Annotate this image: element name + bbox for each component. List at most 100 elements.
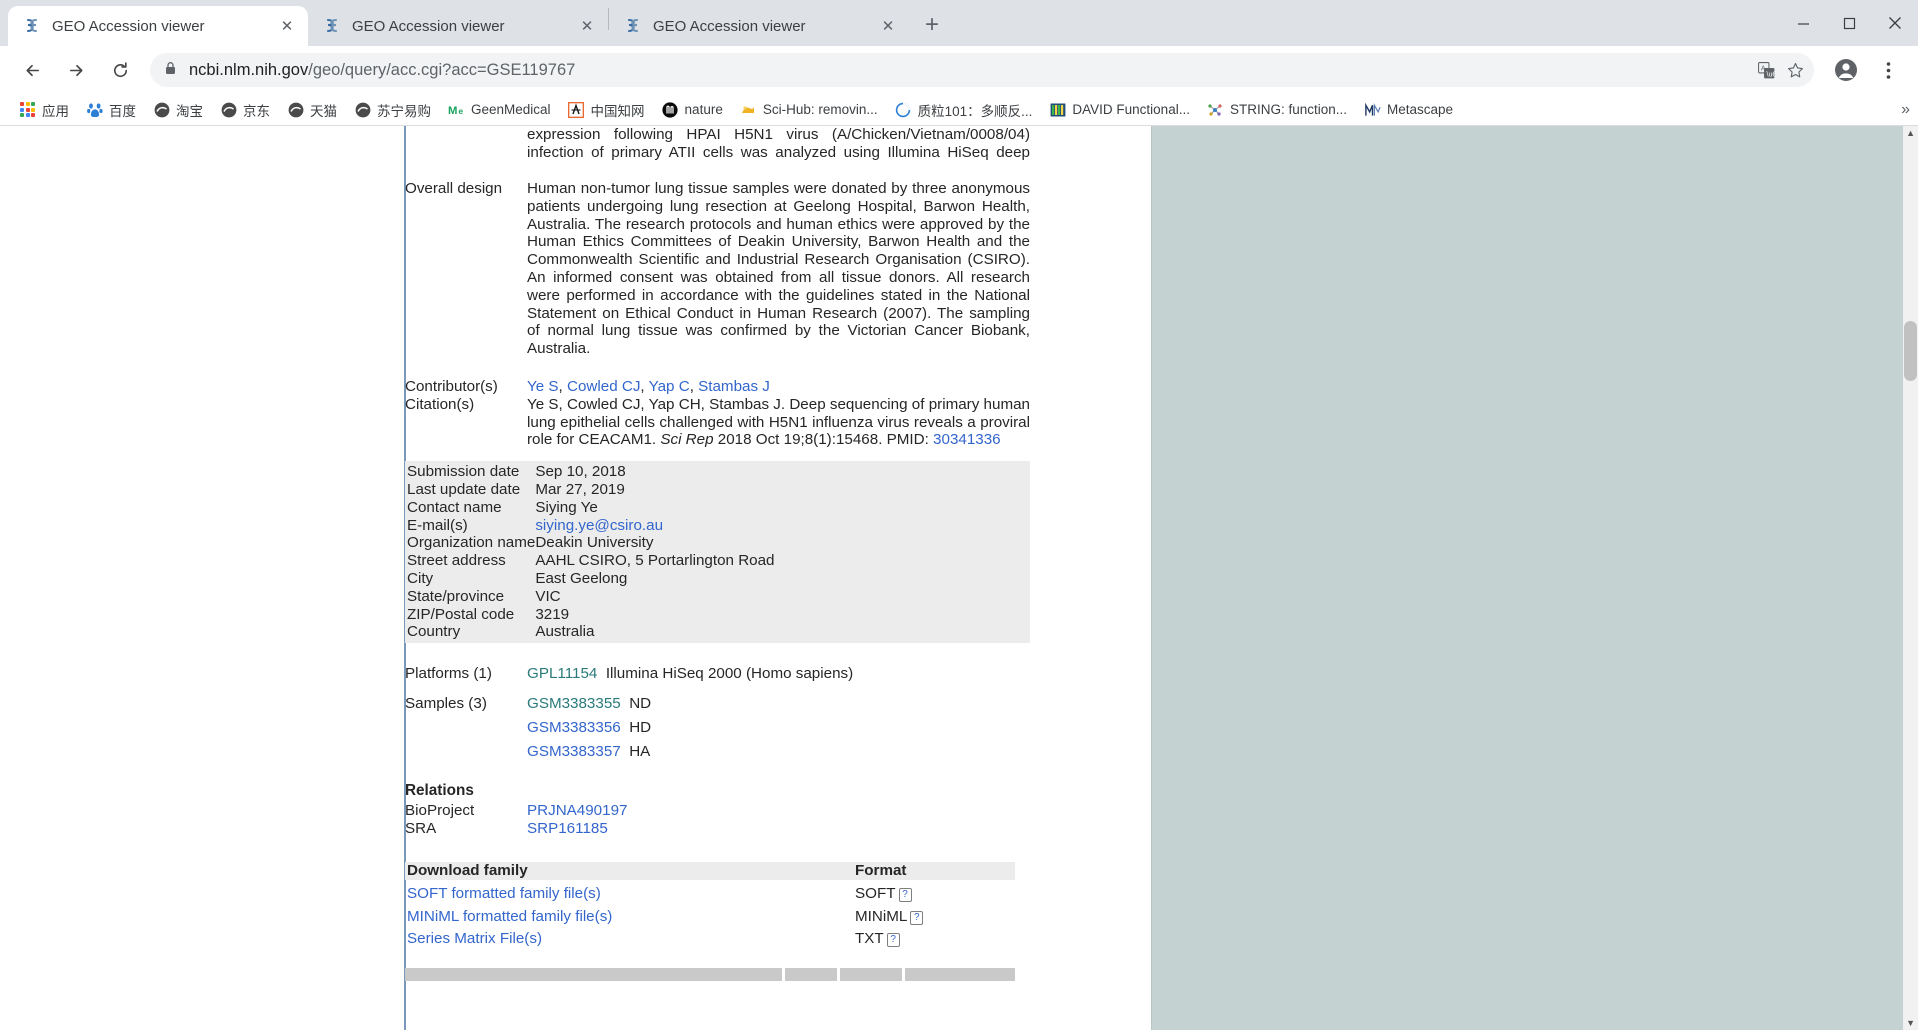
download-file-cell: MINiML formatted family file(s): [405, 903, 855, 926]
contributors-value: Ye S, Cowled CJ, Yap C, Stambas J: [527, 377, 770, 395]
browser-tab-1[interactable]: GEO Accession viewer ✕: [8, 6, 308, 46]
table-row: Contact name Siying Ye: [405, 499, 1030, 517]
address-bar[interactable]: ncbi.nlm.nih.gov/geo/query/acc.cgi?acc=G…: [150, 53, 1814, 87]
soft-family-file-link[interactable]: SOFT formatted family file(s): [407, 885, 601, 902]
tab-close-icon[interactable]: ✕: [276, 15, 298, 37]
bookmark-label: Metascape: [1387, 102, 1454, 117]
lock-icon: [164, 61, 177, 79]
bookmark-jd[interactable]: 京东: [213, 98, 277, 122]
bookmark-suning[interactable]: 苏宁易购: [347, 98, 438, 122]
download-family-col-file: Download family: [407, 861, 528, 879]
close-window-button[interactable]: [1872, 1, 1918, 45]
platform-accession-link[interactable]: GPL11154: [527, 665, 597, 682]
table-row: E-mail(s) siying.ye@csiro.au: [405, 517, 1030, 535]
profile-avatar-icon[interactable]: [1829, 53, 1863, 87]
table-row: SRA SRP161185: [405, 820, 1030, 838]
forward-button[interactable]: [59, 53, 93, 87]
format-label: SOFT: [855, 884, 896, 902]
reload-button[interactable]: [103, 53, 137, 87]
info-label: City: [407, 569, 434, 587]
bookmark-string[interactable]: STRING: function...: [1200, 99, 1354, 120]
bookmark-geenmedical[interactable]: Me GeenMedical: [441, 99, 558, 120]
download-file-cell: SOFT formatted family file(s): [405, 880, 855, 903]
bookmark-zhiliang101[interactable]: 质粒101：多顺反...: [888, 98, 1040, 122]
pmid-link[interactable]: 30341336: [933, 431, 1001, 448]
sra-link[interactable]: SRP161185: [527, 820, 608, 837]
bookmark-scihub[interactable]: Sci-Hub: removin...: [733, 99, 885, 120]
relations-table: BioProject PRJNA490197 SRA SRP161185: [405, 802, 1030, 838]
platforms-row: Platforms (1) GPL11154 Illumina HiSeq 20…: [405, 665, 1030, 683]
scihub-icon: [740, 101, 757, 118]
citations-row: Citation(s) Ye S, Cowled CJ, Yap CH, Sta…: [405, 396, 1030, 449]
geo-favicon: [322, 16, 342, 36]
minimize-button[interactable]: [1780, 1, 1826, 45]
back-button[interactable]: [15, 53, 49, 87]
omnibox-actions: A \u6587: [1758, 61, 1804, 79]
info-value: Siying Ye: [535, 498, 598, 516]
help-icon[interactable]: ?: [910, 910, 924, 925]
star-icon[interactable]: [1787, 62, 1804, 79]
table-row: Street address AAHL CSIRO, 5 Portarlingt…: [405, 552, 1030, 570]
summary-clipped-region: donated by patients that underwent lung …: [405, 126, 1045, 162]
table-row: BioProject PRJNA490197: [405, 802, 1030, 820]
scroll-down-arrow-icon[interactable]: ▼: [1906, 1018, 1915, 1028]
taobao-icon: [153, 101, 170, 118]
sample-entry: GSM3383356 HD: [527, 713, 1030, 737]
contributor-link[interactable]: Ye S: [527, 378, 559, 395]
help-icon[interactable]: ?: [898, 887, 912, 902]
sample-accession-link[interactable]: GSM3383355: [527, 695, 621, 712]
bookmark-nature[interactable]: nature: [655, 99, 730, 120]
contributor-link[interactable]: Yap C: [649, 378, 690, 395]
translate-icon[interactable]: A \u6587: [1758, 61, 1775, 79]
contributors-label: Contributor(s): [405, 377, 498, 395]
overall-design-text: Human non-tumor lung tissue samples were…: [527, 180, 1030, 358]
scroll-up-arrow-icon[interactable]: ▲: [1906, 128, 1915, 138]
maximize-button[interactable]: [1826, 1, 1872, 45]
contributor-link[interactable]: Cowled CJ: [567, 378, 640, 395]
download-family-table: Download family Format SOFT formatted fa…: [405, 861, 1015, 948]
table-row: ZIP/Postal code 3219: [405, 606, 1030, 624]
sample-accession-link[interactable]: GSM3383357: [527, 743, 621, 760]
table-row: State/province VIC: [405, 588, 1030, 606]
bookmark-david[interactable]: DAVID Functional...: [1042, 99, 1197, 120]
tab-close-icon[interactable]: ✕: [576, 15, 598, 37]
table-row: City East Geelong: [405, 570, 1030, 588]
citations-value: Ye S, Cowled CJ, Yap CH, Stambas J. Deep…: [527, 396, 1030, 449]
citation-journal: Sci Rep: [660, 431, 714, 449]
info-label: ZIP/Postal code: [407, 605, 515, 623]
browser-tab-3[interactable]: GEO Accession viewer ✕: [609, 6, 909, 46]
table-row: Last update date Mar 27, 2019: [405, 481, 1030, 499]
info-value: East Geelong: [535, 569, 628, 587]
bookmark-metascape[interactable]: Metascape: [1357, 99, 1460, 120]
format-label: TXT: [855, 930, 884, 948]
url-host: ncbi.nlm.nih.gov: [189, 60, 309, 79]
browser-tab-2[interactable]: GEO Accession viewer ✕: [308, 6, 608, 46]
bioproject-link[interactable]: PRJNA490197: [527, 802, 627, 819]
table-row: Series Matrix File(s) TXT?: [405, 925, 1015, 948]
scrollbar-thumb[interactable]: [1904, 321, 1917, 381]
bookmark-tmall[interactable]: 天猫: [280, 98, 344, 122]
contributor-link[interactable]: Stambas J: [698, 378, 770, 395]
bookmark-baidu[interactable]: 百度: [79, 98, 143, 122]
help-icon[interactable]: ?: [886, 933, 900, 948]
bookmark-label: STRING: function...: [1229, 102, 1347, 117]
samples-row: GSM3383356 HD: [405, 713, 1030, 737]
vertical-scrollbar[interactable]: ▲ ▼: [1903, 126, 1918, 1030]
tab-close-icon[interactable]: ✕: [877, 15, 899, 37]
metascape-icon: [1364, 101, 1381, 118]
miniml-family-file-link[interactable]: MINiML formatted family file(s): [407, 908, 612, 925]
sample-accession-link[interactable]: GSM3383356: [527, 719, 621, 736]
bookmark-label: DAVID Functional...: [1072, 102, 1190, 117]
series-matrix-file-link[interactable]: Series Matrix File(s): [407, 930, 542, 947]
bookmark-taobao[interactable]: 淘宝: [146, 98, 210, 122]
new-tab-button[interactable]: +: [915, 8, 949, 42]
platforms-value: GPL11154 Illumina HiSeq 2000 (Homo sapie…: [527, 665, 1030, 683]
tab-title: GEO Accession viewer: [653, 17, 806, 35]
tab-title: GEO Accession viewer: [52, 17, 205, 35]
bookmark-apps[interactable]: 应用: [12, 98, 76, 122]
three-dot-menu-icon[interactable]: [1871, 53, 1905, 87]
bookmark-cnki[interactable]: 中国知网: [561, 98, 652, 122]
sample-title: HD: [629, 718, 652, 736]
bookmarks-overflow-button[interactable]: »: [1901, 101, 1910, 119]
email-link[interactable]: siying.ye@csiro.au: [535, 517, 663, 534]
